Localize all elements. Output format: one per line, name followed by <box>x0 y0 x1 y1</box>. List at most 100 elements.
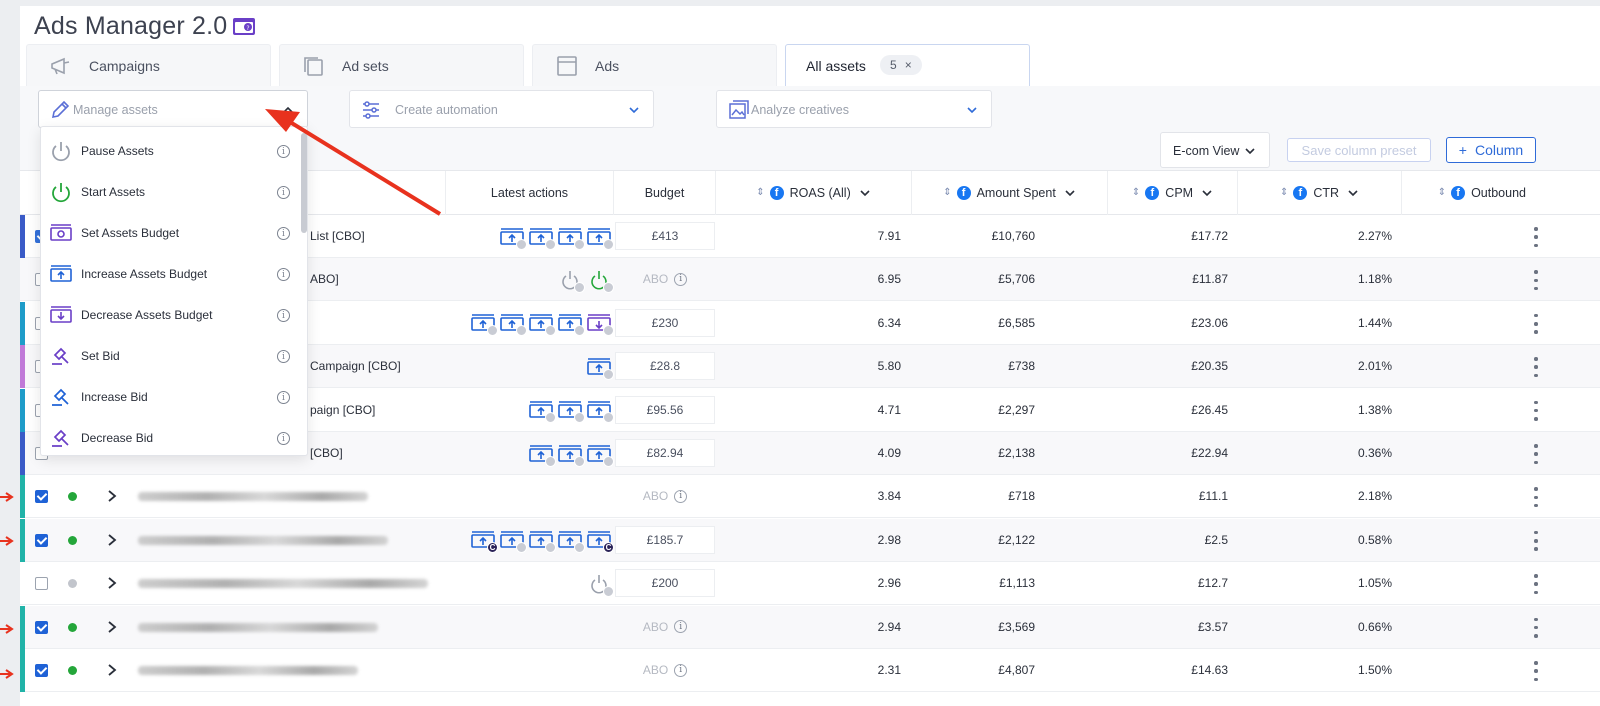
info-icon[interactable]: i <box>674 663 688 677</box>
col-cpm[interactable]: ⇕ f CPM <box>1107 171 1237 215</box>
view-selector[interactable]: E-com View <box>1160 132 1270 168</box>
tab-ad-sets[interactable]: Ad sets <box>279 44 524 86</box>
budget-decrease-icon[interactable] <box>587 313 614 337</box>
budget-increase-icon[interactable] <box>558 444 585 467</box>
menu-item[interactable]: Start Assets i <box>41 172 301 213</box>
asset-name[interactable]: [CBO] <box>310 446 343 460</box>
tab-all-assets[interactable]: All assets 5 × <box>785 44 1030 86</box>
budget-input[interactable]: £185.7 <box>615 525 715 554</box>
col-ctr[interactable]: ⇕ f CTR <box>1237 171 1401 215</box>
info-icon[interactable]: i <box>674 489 688 503</box>
col-outbound[interactable]: ⇕ f Outbound <box>1401 171 1528 215</box>
budget-increase-icon[interactable] <box>500 530 527 554</box>
chevron-right-icon[interactable] <box>106 619 118 635</box>
chevron-right-icon[interactable] <box>106 488 118 504</box>
budget-input[interactable]: £200 <box>615 569 715 598</box>
menu-item[interactable]: Increase Assets Budget i <box>41 254 301 295</box>
chevron-right-icon[interactable] <box>106 532 118 548</box>
budget-increase-icon[interactable] <box>558 400 585 424</box>
col-roas[interactable]: ⇕ f ROAS (All) <box>715 171 911 215</box>
budget-increase-icon[interactable] <box>558 530 585 554</box>
info-icon[interactable]: i <box>277 186 290 199</box>
row-menu-icon[interactable] <box>1533 444 1539 464</box>
add-column-button[interactable]: + Column <box>1446 137 1536 163</box>
menu-item[interactable]: Set Bid i <box>41 336 301 377</box>
row-menu-icon[interactable] <box>1533 530 1539 551</box>
budget-increase-icon[interactable] <box>529 313 556 337</box>
tab-campaigns[interactable]: Campaigns <box>26 44 271 86</box>
info-icon[interactable]: i <box>277 268 290 281</box>
col-budget[interactable]: Budget <box>613 171 715 215</box>
asset-name[interactable]: paign [CBO] <box>310 403 375 417</box>
menu-item[interactable]: Increase Bid i <box>41 377 301 418</box>
menu-item[interactable]: Pause Assets i <box>41 131 301 172</box>
power-icon[interactable] <box>587 574 614 597</box>
tab-ads[interactable]: Ads <box>532 44 777 86</box>
budget-increase-icon[interactable] <box>529 530 556 554</box>
row-menu-icon[interactable] <box>1533 617 1539 638</box>
row-menu-icon[interactable] <box>1533 661 1539 681</box>
menu-item[interactable]: Decrease Assets Budget i <box>41 295 301 336</box>
budget-input[interactable]: £413 <box>615 222 715 250</box>
table-row[interactable]: ABO i 2.94 £3,569 £3.57 0.66% <box>20 605 1600 649</box>
budget-input[interactable]: £95.56 <box>615 395 715 424</box>
budget-increase-icon[interactable] <box>529 227 556 250</box>
budget-increase-icon[interactable] <box>529 444 556 467</box>
row-checkbox[interactable] <box>35 620 48 634</box>
row-checkbox[interactable] <box>35 577 48 591</box>
budget-increase-icon[interactable] <box>558 227 585 250</box>
asset-name[interactable]: ABO] <box>310 272 339 286</box>
budget-increase-icon[interactable]: C <box>471 530 498 554</box>
info-icon[interactable]: i <box>674 272 688 286</box>
budget-increase-icon[interactable] <box>558 313 585 337</box>
row-menu-icon[interactable] <box>1533 357 1539 378</box>
manage-assets-dropdown[interactable]: Manage assets <box>38 90 308 128</box>
asset-name[interactable]: Campaign [CBO] <box>310 359 401 373</box>
save-column-preset-button[interactable]: Save column preset <box>1287 138 1431 162</box>
calendar-help-icon[interactable]: ? <box>232 15 258 37</box>
create-automation-dropdown[interactable]: Create automation <box>349 90 654 128</box>
col-amount-spent[interactable]: ⇕ f Amount Spent <box>911 171 1107 215</box>
table-row[interactable]: ABO i 3.84 £718 £11.1 2.18% <box>20 475 1600 519</box>
info-icon[interactable]: i <box>277 227 290 240</box>
clear-selection-close-icon[interactable]: × <box>905 58 912 72</box>
analyze-creatives-dropdown[interactable]: Analyze creatives <box>716 90 992 128</box>
info-icon[interactable]: i <box>674 620 688 634</box>
budget-increase-icon[interactable] <box>500 227 527 250</box>
row-menu-icon[interactable] <box>1533 400 1539 421</box>
power-on-icon[interactable] <box>587 270 614 293</box>
info-icon[interactable]: i <box>277 309 290 322</box>
menu-item[interactable]: Decrease Bid i <box>41 418 301 455</box>
row-menu-icon[interactable] <box>1533 574 1539 595</box>
budget-increase-icon[interactable]: C <box>587 530 614 554</box>
info-icon[interactable]: i <box>277 391 290 404</box>
budget-increase-icon[interactable] <box>587 357 614 380</box>
info-icon[interactable]: i <box>277 350 290 363</box>
info-icon[interactable]: i <box>277 432 290 445</box>
row-menu-icon[interactable] <box>1533 270 1539 291</box>
power-icon[interactable] <box>558 270 585 293</box>
asset-name[interactable]: List [CBO] <box>310 229 365 243</box>
budget-increase-icon[interactable] <box>587 227 614 250</box>
row-menu-icon[interactable] <box>1533 227 1539 247</box>
table-row[interactable]: £200 2.96 £1,113 £12.7 1.05% <box>20 562 1600 606</box>
budget-input[interactable]: £82.94 <box>615 439 715 467</box>
row-checkbox[interactable] <box>35 533 48 547</box>
budget-increase-icon[interactable] <box>471 313 498 337</box>
row-checkbox[interactable] <box>35 664 48 677</box>
table-row[interactable]: C C £185.7 2.98 £2,122 £2.5 0.58% <box>20 518 1600 562</box>
table-row[interactable]: ABO i 2.31 £4,807 £14.63 1.50% <box>20 649 1600 692</box>
budget-increase-icon[interactable] <box>587 444 614 467</box>
info-icon[interactable]: i <box>277 145 290 158</box>
row-checkbox[interactable] <box>35 490 48 504</box>
row-menu-icon[interactable] <box>1533 313 1539 334</box>
chevron-right-icon[interactable] <box>106 575 118 591</box>
budget-increase-icon[interactable] <box>529 400 556 424</box>
chevron-right-icon[interactable] <box>106 662 118 678</box>
budget-increase-icon[interactable] <box>587 400 614 424</box>
budget-input[interactable]: £230 <box>615 308 715 337</box>
col-latest-actions[interactable]: Latest actions <box>445 171 613 215</box>
row-menu-icon[interactable] <box>1533 487 1539 508</box>
menu-scrollbar[interactable] <box>301 133 307 233</box>
budget-input[interactable]: £28.8 <box>615 352 715 381</box>
